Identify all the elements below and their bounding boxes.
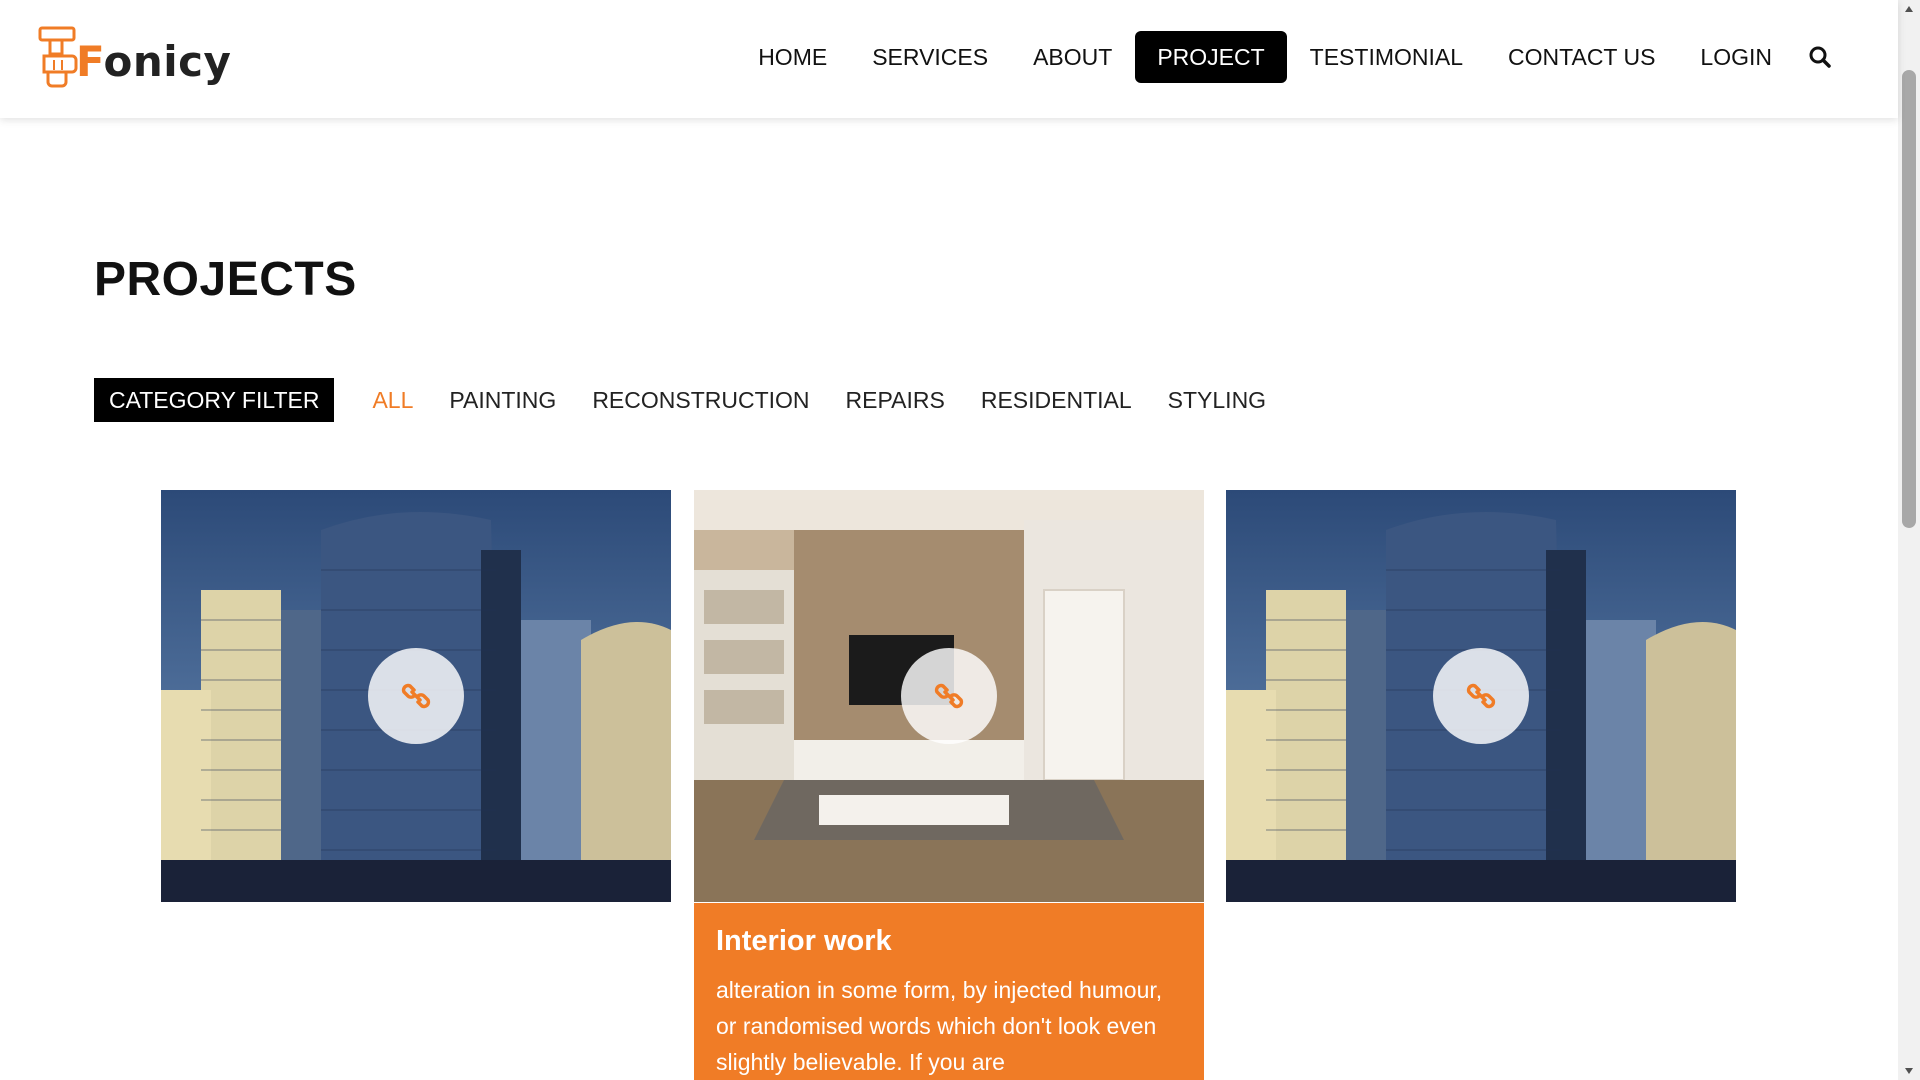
project-link-button[interactable]: [368, 648, 464, 744]
scroll-thumb[interactable]: [1902, 70, 1916, 528]
project-link-button[interactable]: [1433, 648, 1529, 744]
nav-testimonial[interactable]: TESTIMONIAL: [1288, 31, 1485, 83]
category-filter: CATEGORY FILTER ALL PAINTING RECONSTRUCT…: [94, 378, 1302, 422]
nav-contact-us[interactable]: CONTACT US: [1486, 31, 1677, 83]
page-scrollbar[interactable]: [1898, 0, 1920, 1080]
brand-logo[interactable]: Fonicy: [36, 26, 231, 90]
brand-name: Fonicy: [76, 36, 232, 86]
link-icon: [401, 683, 431, 709]
category-filter-label: CATEGORY FILTER: [94, 378, 335, 422]
scroll-up-arrow-icon[interactable]: [1898, 0, 1920, 18]
link-icon: [934, 683, 964, 709]
project-link-button[interactable]: [901, 648, 997, 744]
filter-reconstruction[interactable]: RECONSTRUCTION: [592, 387, 809, 414]
nav-services[interactable]: SERVICES: [850, 31, 1010, 83]
project-card[interactable]: [1226, 490, 1736, 902]
nav-about[interactable]: ABOUT: [1011, 31, 1134, 83]
project-info-box: Interior work alteration in some form, b…: [694, 903, 1204, 1080]
nav-project[interactable]: PROJECT: [1135, 31, 1287, 83]
filter-styling[interactable]: STYLING: [1168, 387, 1266, 414]
filter-repairs[interactable]: REPAIRS: [846, 387, 945, 414]
search-icon[interactable]: [1794, 31, 1846, 83]
site-header: Fonicy HOME SERVICES ABOUT PROJECT TESTI…: [0, 0, 1898, 118]
nav-login[interactable]: LOGIN: [1678, 31, 1794, 83]
link-icon: [1466, 683, 1496, 709]
filter-options: ALL PAINTING RECONSTRUCTION REPAIRS RESI…: [372, 387, 1302, 414]
page-title: PROJECTS: [94, 253, 357, 306]
filter-residential[interactable]: RESIDENTIAL: [981, 387, 1132, 414]
project-title[interactable]: Interior work: [716, 925, 1182, 958]
nav-home[interactable]: HOME: [736, 31, 849, 83]
hammer-hand-logo-icon: [36, 26, 84, 90]
project-description: alteration in some form, by injected hum…: [716, 977, 1163, 1075]
filter-all[interactable]: ALL: [372, 387, 413, 414]
scroll-down-arrow-icon[interactable]: [1898, 1062, 1920, 1080]
main-nav: HOME SERVICES ABOUT PROJECT TESTIMONIAL …: [735, 31, 1846, 83]
filter-painting[interactable]: PAINTING: [449, 387, 556, 414]
project-card[interactable]: [694, 490, 1204, 902]
project-card[interactable]: [161, 490, 671, 902]
